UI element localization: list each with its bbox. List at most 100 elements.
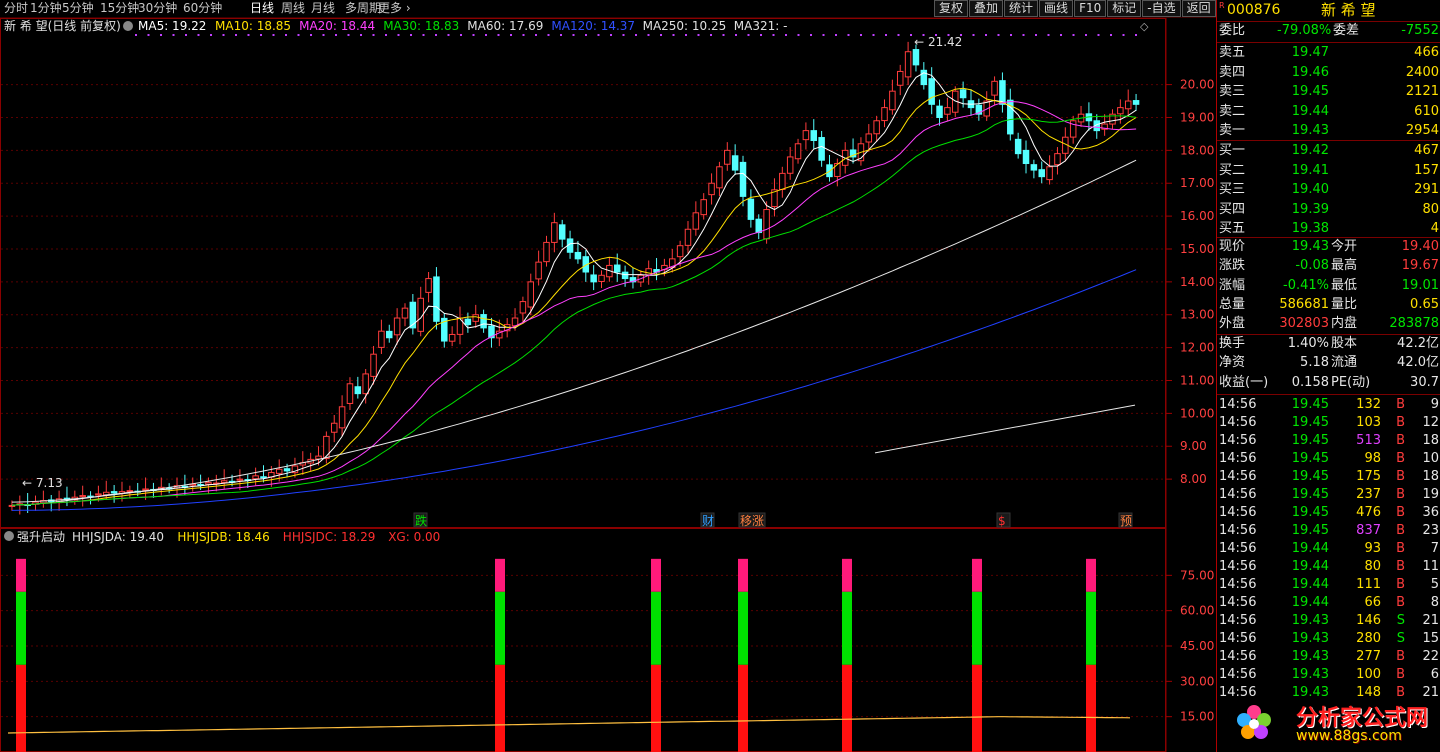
signal-bar-bottom: [738, 664, 748, 752]
signal-dot: [697, 34, 700, 36]
chart-area: 20.00 19.00 18.00 17.00 16.00 15.00 14.00 13.00…: [0, 18, 1214, 752]
tick-row: 14:56 19.45 237 B 19: [1219, 487, 1439, 502]
signal-dot: [1085, 34, 1087, 36]
price-label: 20.00: [1180, 78, 1214, 92]
candle-body: [889, 90, 896, 111]
ma-label-7: MA321: -: [734, 19, 788, 33]
signal-bar-mid: [842, 591, 852, 665]
fund-row-2: 收益(一) 0.158 PE(动) 30.7: [1219, 374, 1439, 390]
price-label: 15.00: [1180, 242, 1214, 256]
signal-dot: [797, 34, 800, 36]
signal-dot: [160, 34, 162, 36]
panel-divider: [1217, 140, 1440, 141]
ma-label-6: MA250: 10.25: [643, 19, 727, 33]
signal-dot: [210, 34, 212, 36]
candle-body: [448, 333, 456, 342]
signal-dot: [560, 34, 562, 36]
indicator-axis-label: 75.00: [1180, 568, 1214, 582]
signal-dot: [497, 34, 500, 36]
flower-icon: [1237, 705, 1271, 739]
candle-body: [574, 251, 582, 260]
candle-body: [739, 161, 747, 197]
signal-dot: [272, 34, 275, 36]
price-label: 10.00: [1180, 406, 1214, 420]
candle-body: [912, 49, 920, 66]
candle-body: [535, 261, 542, 280]
tick-row: 14:56 19.45 175 B 18: [1219, 469, 1439, 484]
tick-row: 14:56 19.43 280 S 15: [1219, 631, 1439, 646]
candle-body: [613, 264, 621, 273]
indicator-axis-label: 15.00: [1180, 710, 1214, 724]
labels: 20.00 19.00 18.00 17.00 16.00 15.00 14.00 13.00…: [4, 18, 1214, 724]
signal-dot: [235, 34, 237, 36]
candle-body: [724, 149, 731, 165]
indicator-bars: [7, 558, 1131, 752]
candle-body: [818, 137, 825, 161]
candle-body: [425, 278, 432, 293]
candle-body: [936, 105, 943, 118]
tick-row: 14:56 19.45 837 B 23: [1219, 523, 1439, 538]
candle-body: [378, 330, 385, 348]
signal-bar-mid: [495, 591, 505, 665]
candle-body: [645, 268, 652, 276]
signal-dot: [810, 34, 812, 36]
main-frame: [0, 18, 1166, 528]
signal-dot: [335, 34, 337, 36]
candle-body: [834, 163, 841, 177]
stat-row-1: 涨跌 -0.08 最高 19.67: [1219, 258, 1439, 274]
candle-body: [1054, 153, 1061, 166]
indicator-value-1: HHJSJDB: 18.46: [177, 530, 269, 544]
price-label: 16.00: [1180, 209, 1214, 223]
signal-dot: [585, 34, 587, 36]
signal-dot: [485, 34, 487, 36]
signal-dot: [985, 34, 987, 36]
candle-body: [95, 493, 102, 496]
signal-dot: [547, 34, 550, 36]
ma-label-5: MA120: 14.37: [551, 19, 635, 33]
signal-bar-mid: [1086, 591, 1096, 665]
price-label: 18.00: [1180, 143, 1214, 157]
candle-body: [558, 224, 566, 240]
candle-body: [794, 143, 802, 160]
signal-bar-bottom: [1086, 664, 1096, 752]
tick-row: 14:56 19.44 111 B 5: [1219, 577, 1439, 592]
signal-dot: [522, 34, 525, 36]
candle-body: [1117, 107, 1124, 115]
candle-body: [354, 386, 362, 395]
signal-dot: [1097, 34, 1100, 36]
candle-body: [959, 89, 967, 99]
event-marker-0: 跌: [415, 513, 427, 528]
candle-body: [928, 78, 935, 105]
tick-row: 14:56 19.44 66 B 8: [1219, 595, 1439, 610]
candle-body: [330, 422, 338, 433]
candle-body: [881, 107, 888, 122]
candle-body: [346, 383, 354, 404]
signal-dot: [897, 34, 900, 36]
signal-dot: [460, 34, 462, 36]
candle-body: [362, 373, 369, 395]
candle-body: [1132, 100, 1140, 105]
candle-body: [708, 182, 715, 196]
ask-level-5: 卖五 19.47 466: [1219, 45, 1439, 60]
candle-body: [527, 281, 535, 308]
indicator-name: 强升启动: [17, 530, 65, 544]
signal-bar-top: [1086, 558, 1096, 592]
candle-body: [126, 490, 134, 493]
high-marker: ← 21.42: [914, 35, 962, 49]
signal-dot: [1010, 34, 1012, 36]
stat-row-4: 外盘 302803 内盘 283878: [1219, 316, 1439, 332]
signal-dot: [572, 34, 575, 36]
signal-dot: [397, 34, 400, 36]
candle-body: [1022, 149, 1030, 165]
signal-dot: [722, 34, 725, 36]
candle-body: [543, 241, 550, 263]
signal-bar-bottom: [651, 664, 661, 752]
ma-label-4: MA60: 17.69: [467, 19, 543, 33]
signal-dot: [1022, 34, 1025, 36]
indicator-axis-label: 30.00: [1180, 674, 1214, 688]
candle-body: [731, 155, 739, 171]
indicator-line: [7, 716, 1131, 734]
fund-row-0: 换手 1.40% 股本 42.2亿: [1219, 336, 1439, 351]
signal-dot: [785, 34, 787, 36]
settings-icon: [123, 21, 133, 31]
